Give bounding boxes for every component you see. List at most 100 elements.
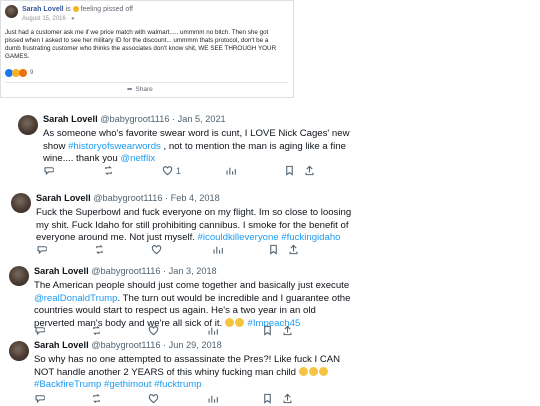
views-button[interactable] — [225, 164, 236, 178]
share-button[interactable] — [288, 243, 299, 257]
like-button[interactable] — [148, 324, 159, 338]
author-name[interactable]: Sarah Lovell — [36, 193, 91, 203]
tweet-text: my shit. Fuck Idaho for still prohibitin… — [36, 219, 349, 231]
reply-button[interactable] — [36, 243, 48, 257]
views-button[interactable] — [212, 243, 223, 257]
views-icon — [207, 325, 218, 338]
tweet-header: Sarah Lovell @babygroot1116 · Jan 3, 201… — [34, 266, 217, 276]
tweet-text-line: So why has no one attempted to assassina… — [34, 354, 340, 367]
angry-face-icon — [72, 6, 79, 12]
bookmark-button[interactable] — [284, 164, 295, 178]
emoji-icon — [308, 366, 318, 376]
views-button[interactable] — [207, 324, 218, 338]
retweet-icon — [94, 244, 105, 257]
bookmark-button[interactable] — [262, 392, 273, 406]
like-button[interactable]: 1 — [162, 164, 181, 178]
share-button[interactable] — [282, 392, 293, 406]
avatar[interactable] — [18, 115, 38, 135]
tweet-actions: 1 — [43, 164, 314, 178]
tweet-text: countries would start to respect us agai… — [34, 305, 316, 316]
tweet-text-line: countries would start to respect us agai… — [34, 305, 350, 318]
tweet-text: show — [43, 140, 69, 152]
share-icon — [282, 325, 293, 338]
reactions-summary[interactable]: 9 — [5, 68, 33, 77]
reply-icon — [34, 325, 46, 338]
avatar[interactable] — [5, 5, 18, 18]
tweet-body: Fuck the Superbowl and fuck everyone on … — [36, 207, 351, 245]
retweet-button[interactable] — [91, 392, 102, 406]
fb-post-header: Sarah Lovell is feeling pissed off — [22, 6, 133, 13]
hashtag-link[interactable]: #icouldkilleveryone #fuckingidaho — [198, 232, 341, 243]
share-icon — [282, 393, 293, 406]
author-handle[interactable]: @babygroot1116 — [93, 193, 162, 203]
retweet-icon — [103, 165, 114, 178]
avatar[interactable] — [9, 341, 29, 361]
like-button[interactable] — [151, 243, 162, 257]
tweet-actions — [36, 243, 298, 257]
mention-link[interactable]: @realDonaldTrump — [34, 293, 118, 304]
emoji-icon — [318, 366, 328, 376]
share-button[interactable] — [282, 324, 293, 338]
retweet-button[interactable] — [103, 164, 114, 178]
divider — [5, 82, 289, 83]
author-name[interactable]: Sarah Lovell — [34, 266, 89, 276]
mention-link[interactable]: @netflix — [120, 153, 155, 164]
post-date[interactable]: August 15, 2016 · ● — [22, 16, 75, 22]
heart-icon — [148, 325, 159, 338]
bookmark-icon — [262, 393, 273, 406]
tweet-header: Sarah Lovell @babygroot1116 · Feb 4, 201… — [36, 193, 220, 203]
heart-icon — [148, 393, 159, 406]
like-button[interactable] — [148, 392, 159, 406]
author-handle[interactable]: @babygroot1116 — [100, 114, 169, 124]
tweet-text-line: NOT handle another 2 YEARS of this whiny… — [34, 366, 340, 380]
tweet-date[interactable]: · Jun 29, 2018 — [163, 340, 222, 350]
post-text-line: GAMES. — [5, 53, 30, 60]
tweet-actions — [34, 392, 292, 406]
reply-button[interactable] — [34, 324, 46, 338]
share-icon — [304, 165, 315, 178]
emoji-icon — [298, 366, 308, 376]
share-label: Share — [135, 85, 153, 93]
post-body: Just had a customer ask me if we price m… — [5, 29, 276, 61]
tweet-header: Sarah Lovell @babygroot1116 · Jan 5, 202… — [43, 114, 226, 124]
tweet-text-line: my shit. Fuck Idaho for still prohibitin… — [36, 220, 351, 233]
avatar[interactable] — [9, 266, 29, 286]
views-icon — [225, 165, 236, 178]
bookmark-icon — [262, 325, 273, 338]
tweet-date[interactable]: · Jan 3, 2018 — [163, 266, 217, 276]
tweet-text-line: As someone who's favorite swear word is … — [43, 128, 350, 141]
tweet-text-line: show #historyofswearwords , not to menti… — [43, 141, 350, 154]
author-name[interactable]: Sarah Lovell — [22, 6, 64, 13]
retweet-button[interactable] — [91, 324, 102, 338]
retweet-button[interactable] — [94, 243, 105, 257]
retweet-icon — [91, 325, 102, 338]
tweet-text: NOT handle another 2 YEARS of this whiny… — [34, 366, 299, 378]
author-handle[interactable]: @babygroot1116 — [91, 340, 160, 350]
tweet-date[interactable]: · Jan 5, 2021 — [172, 114, 226, 124]
tweet-text: . The turn out would be incredible and I… — [117, 292, 351, 304]
reply-button[interactable] — [34, 392, 46, 406]
bookmark-button[interactable] — [262, 324, 273, 338]
share-button[interactable]: ➦ Share — [127, 85, 153, 94]
status-prefix: is — [65, 6, 71, 13]
bookmark-button[interactable] — [268, 243, 279, 257]
tweet-body: So why has no one attempted to assassina… — [34, 354, 340, 392]
views-button[interactable] — [207, 392, 218, 406]
tweet-text-line: The American people should just come tog… — [34, 280, 350, 293]
avatar[interactable] — [11, 193, 31, 213]
author-handle[interactable]: @babygroot1116 — [91, 266, 160, 276]
reply-button[interactable] — [43, 164, 55, 178]
author-name[interactable]: Sarah Lovell — [43, 114, 98, 124]
angry-reaction-icon — [19, 68, 27, 77]
heart-icon — [151, 244, 162, 257]
tweet-text: As someone who's favorite swear word is … — [43, 128, 350, 139]
tweet-text-line: Fuck the Superbowl and fuck everyone on … — [36, 207, 351, 220]
hashtag-link[interactable]: #BackfireTrump #gethimout #fucktrump — [34, 379, 202, 390]
author-name[interactable]: Sarah Lovell — [34, 340, 89, 350]
tweet-body: The American people should just come tog… — [34, 280, 350, 330]
hashtag-link[interactable]: #historyofswearwords — [68, 141, 161, 152]
tweet-date[interactable]: · Feb 4, 2018 — [165, 193, 220, 203]
share-button[interactable] — [304, 164, 315, 178]
views-icon — [207, 393, 218, 406]
date-text: August 15, 2016 · — [22, 16, 70, 22]
